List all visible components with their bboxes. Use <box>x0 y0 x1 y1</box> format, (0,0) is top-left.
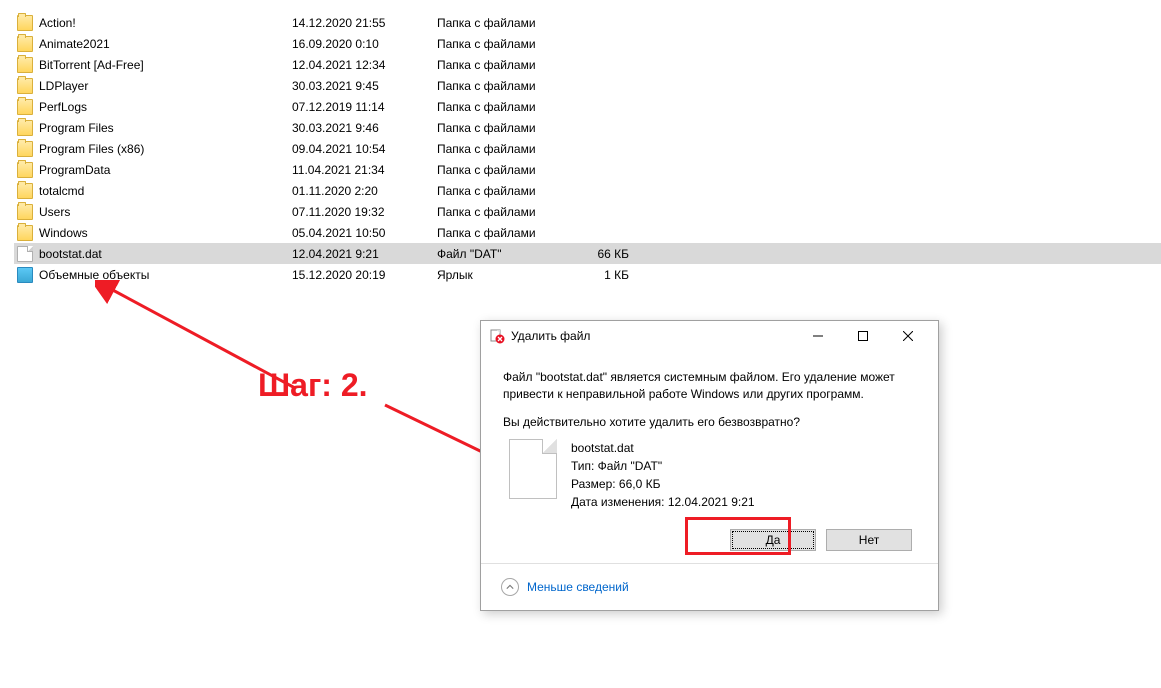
file-name: PerfLogs <box>39 100 292 114</box>
file-size: 66 КБ <box>579 247 629 261</box>
file-row[interactable]: LDPlayer30.03.2021 9:45Папка с файлами <box>14 75 1161 96</box>
file-row[interactable]: Windows05.04.2021 10:50Папка с файлами <box>14 222 1161 243</box>
file-date: 15.12.2020 20:19 <box>292 268 437 282</box>
folder-icon <box>17 204 33 220</box>
folder-icon <box>17 162 33 178</box>
file-size-label: Размер: 66,0 КБ <box>571 475 755 493</box>
less-details-link[interactable]: Меньше сведений <box>527 580 629 594</box>
file-type: Папка с файлами <box>437 100 579 114</box>
file-name: Program Files (x86) <box>39 142 292 156</box>
minimize-button[interactable] <box>795 322 840 350</box>
file-icon <box>509 439 557 499</box>
folder-icon <box>17 15 33 31</box>
no-button[interactable]: Нет <box>826 529 912 551</box>
dialog-button-row: Да Нет <box>503 529 916 551</box>
file-row[interactable]: bootstat.dat12.04.2021 9:21Файл "DAT"66 … <box>14 243 1161 264</box>
file-date-label: Дата изменения: 12.04.2021 9:21 <box>571 493 755 511</box>
file-row[interactable]: Action!14.12.2020 21:55Папка с файлами <box>14 12 1161 33</box>
file-row[interactable]: ProgramData11.04.2021 21:34Папка с файла… <box>14 159 1161 180</box>
file-date: 30.03.2021 9:45 <box>292 79 437 93</box>
dialog-title: Удалить файл <box>511 329 795 343</box>
file-date: 05.04.2021 10:50 <box>292 226 437 240</box>
file-name: ProgramData <box>39 163 292 177</box>
folder-icon <box>17 183 33 199</box>
dialog-file-info: bootstat.dat Тип: Файл "DAT" Размер: 66,… <box>503 439 916 511</box>
dialog-warning-message: Файл "bootstat.dat" является системным ф… <box>503 369 916 403</box>
file-name: LDPlayer <box>39 79 292 93</box>
file-date: 09.04.2021 10:54 <box>292 142 437 156</box>
shortcut-icon <box>17 267 33 283</box>
file-row[interactable]: PerfLogs07.12.2019 11:14Папка с файлами <box>14 96 1161 117</box>
file-type: Ярлык <box>437 268 579 282</box>
file-row[interactable]: Program Files30.03.2021 9:46Папка с файл… <box>14 117 1161 138</box>
file-row[interactable]: Объемные объекты15.12.2020 20:19Ярлык1 К… <box>14 264 1161 285</box>
delete-file-dialog: Удалить файл Файл "bootstat.dat" являетс… <box>480 320 939 611</box>
file-type: Папка с файлами <box>437 184 579 198</box>
file-row[interactable]: totalcmd01.11.2020 2:20Папка с файлами <box>14 180 1161 201</box>
dialog-file-details: bootstat.dat Тип: Файл "DAT" Размер: 66,… <box>571 439 755 511</box>
file-type: Папка с файлами <box>437 121 579 135</box>
close-button[interactable] <box>885 322 930 350</box>
dialog-confirm-question: Вы действительно хотите удалить его безв… <box>503 415 916 429</box>
less-details-toggle[interactable] <box>501 578 519 596</box>
file-type-label: Тип: Файл "DAT" <box>571 457 755 475</box>
file-date: 01.11.2020 2:20 <box>292 184 437 198</box>
file-size: 1 КБ <box>579 268 629 282</box>
file-date: 12.04.2021 9:21 <box>292 247 437 261</box>
file-name: Объемные объекты <box>39 268 292 282</box>
file-type: Папка с файлами <box>437 58 579 72</box>
file-name: Program Files <box>39 121 292 135</box>
file-date: 12.04.2021 12:34 <box>292 58 437 72</box>
folder-icon <box>17 141 33 157</box>
file-date: 30.03.2021 9:46 <box>292 121 437 135</box>
file-type: Папка с файлами <box>437 205 579 219</box>
file-icon <box>17 246 33 262</box>
file-name: Users <box>39 205 292 219</box>
file-name: Animate2021 <box>39 37 292 51</box>
file-name: Action! <box>39 16 292 30</box>
dialog-body: Файл "bootstat.dat" является системным ф… <box>481 351 938 563</box>
file-date: 07.11.2020 19:32 <box>292 205 437 219</box>
file-date: 16.09.2020 0:10 <box>292 37 437 51</box>
file-list: Action!14.12.2020 21:55Папка с файламиAn… <box>0 0 1161 285</box>
folder-icon <box>17 36 33 52</box>
folder-icon <box>17 57 33 73</box>
file-name: bootstat.dat <box>39 247 292 261</box>
file-type: Папка с файлами <box>437 37 579 51</box>
file-type: Файл "DAT" <box>437 247 579 261</box>
file-name-label: bootstat.dat <box>571 439 755 457</box>
file-type: Папка с файлами <box>437 79 579 93</box>
maximize-button[interactable] <box>840 322 885 350</box>
delete-dialog-icon <box>489 328 505 344</box>
folder-icon <box>17 99 33 115</box>
file-row[interactable]: Users07.11.2020 19:32Папка с файлами <box>14 201 1161 222</box>
file-date: 07.12.2019 11:14 <box>292 100 437 114</box>
file-row[interactable]: BitTorrent [Ad-Free]12.04.2021 12:34Папк… <box>14 54 1161 75</box>
file-name: Windows <box>39 226 292 240</box>
file-type: Папка с файлами <box>437 163 579 177</box>
dialog-footer: Меньше сведений <box>481 563 938 610</box>
yes-button[interactable]: Да <box>730 529 816 551</box>
file-type: Папка с файлами <box>437 226 579 240</box>
dialog-titlebar: Удалить файл <box>481 321 938 351</box>
folder-icon <box>17 225 33 241</box>
file-type: Папка с файлами <box>437 142 579 156</box>
file-name: totalcmd <box>39 184 292 198</box>
folder-icon <box>17 120 33 136</box>
file-type: Папка с файлами <box>437 16 579 30</box>
file-row[interactable]: Program Files (x86)09.04.2021 10:54Папка… <box>14 138 1161 159</box>
file-date: 14.12.2020 21:55 <box>292 16 437 30</box>
annotation-step-label: Шаг: 2. <box>258 367 368 404</box>
file-row[interactable]: Animate202116.09.2020 0:10Папка с файлам… <box>14 33 1161 54</box>
file-name: BitTorrent [Ad-Free] <box>39 58 292 72</box>
folder-icon <box>17 78 33 94</box>
file-date: 11.04.2021 21:34 <box>292 163 437 177</box>
